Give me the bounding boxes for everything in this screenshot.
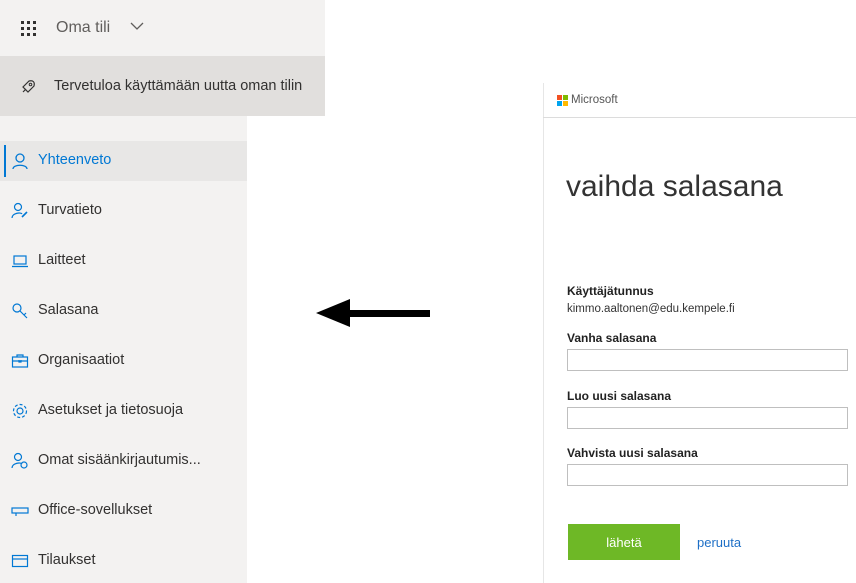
sidebar-item-office-sovellukset[interactable]: Office-sovellukset [0, 491, 247, 531]
submit-button[interactable]: lähetä [568, 524, 680, 560]
sidebar-item-laitteet[interactable]: Laitteet [0, 241, 247, 281]
sidebar-item-label: Salasana [38, 302, 99, 318]
content-area [247, 116, 325, 583]
people-key-icon [11, 452, 28, 469]
apps-icon [11, 507, 29, 516]
sidebar-item-organisaatiot[interactable]: Organisaatiot [0, 341, 247, 381]
briefcase-icon [11, 354, 29, 368]
app-launcher-icon[interactable] [21, 21, 37, 37]
dialog-title: vaihda salasana [566, 170, 783, 203]
arrow-left-icon [316, 299, 430, 327]
new-password-label: Luo uusi salasana [567, 389, 672, 403]
dialog-border [543, 83, 544, 583]
brand-name: Microsoft [571, 94, 618, 106]
sidebar-item-tilaukset[interactable]: Tilaukset [0, 541, 247, 581]
sidebar-item-label: Office-sovellukset [38, 502, 153, 518]
divider [543, 117, 856, 118]
sidebar-item-label: Omat sisäänkirjautumis... [38, 452, 201, 468]
confirm-password-label: Vahvista uusi salasana [567, 446, 698, 460]
microsoft-logo-icon [557, 95, 568, 106]
rocket-icon [22, 80, 35, 93]
person-icon [12, 153, 28, 170]
laptop-icon [12, 255, 28, 268]
card-icon [11, 554, 29, 568]
sidebar-item-turvatieto[interactable]: Turvatieto [0, 191, 247, 231]
username-value: kimmo.aaltonen@edu.kempele.fi [567, 303, 735, 315]
username-label: Käyttäjätunnus [567, 284, 654, 298]
cancel-link[interactable]: peruuta [697, 535, 741, 550]
key-icon [12, 303, 28, 319]
sidebar-item-label: Organisaatiot [38, 352, 125, 368]
sidebar-item-sisaankirjautumiset[interactable]: Omat sisäänkirjautumis... [0, 441, 247, 481]
sidebar-item-label: Tilaukset [38, 552, 96, 568]
app-title[interactable]: Oma tili [56, 19, 110, 37]
new-password-input[interactable] [567, 407, 848, 429]
sidebar-item-asetukset[interactable]: Asetukset ja tietosuoja [0, 391, 247, 431]
sidebar-item-salasana[interactable]: Salasana [0, 291, 247, 331]
sidebar-item-label: Laitteet [38, 252, 86, 268]
sidebar-item-label: Turvatieto [38, 202, 102, 218]
sidebar: Yhteenveto Turvatieto Laitteet Salasana … [0, 116, 247, 583]
sidebar-item-yhteenveto[interactable]: Yhteenveto [0, 141, 247, 181]
banner-text: Tervetuloa käyttämään uutta oman tilin [54, 78, 303, 94]
confirm-password-input[interactable] [567, 464, 848, 486]
old-password-label: Vanha salasana [567, 331, 657, 345]
sidebar-item-label: Yhteenveto [38, 152, 112, 168]
welcome-banner: Tervetuloa käyttämään uutta oman tilin [0, 56, 325, 116]
old-password-input[interactable] [567, 349, 848, 371]
chevron-down-icon[interactable] [130, 22, 144, 31]
person-key-icon [11, 202, 28, 219]
sidebar-item-label: Asetukset ja tietosuoja [38, 402, 184, 418]
gear-icon [12, 403, 28, 419]
top-bar: Oma tili [0, 0, 325, 56]
